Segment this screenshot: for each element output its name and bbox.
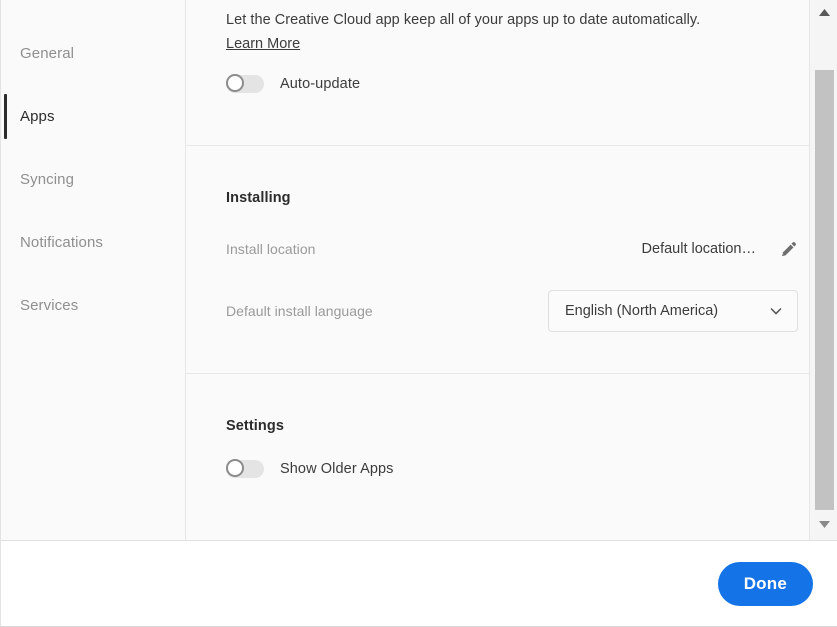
done-button[interactable]: Done — [717, 561, 813, 606]
caret-down-icon[interactable] — [810, 514, 837, 534]
sidebar-item-apps[interactable]: Apps — [1, 94, 185, 139]
settings-content: Let the Creative Cloud app keep all of y… — [186, 0, 837, 540]
auto-update-toggle-row: Auto-update — [226, 74, 798, 93]
auto-update-toggle[interactable] — [226, 74, 264, 93]
default-language-control: English (North America) — [548, 290, 798, 332]
sidebar-item-label: Notifications — [20, 234, 104, 251]
sidebar-item-notifications[interactable]: Notifications — [1, 229, 185, 256]
settings-heading: Settings — [226, 418, 284, 434]
chevron-down-icon — [769, 304, 783, 318]
auto-update-description: Let the Creative Cloud app keep all of y… — [226, 12, 701, 28]
install-location-control: Default location… — [642, 238, 798, 260]
sidebar-item-syncing[interactable]: Syncing — [1, 166, 185, 193]
pencil-icon[interactable] — [776, 238, 798, 260]
section-installing: Installing Install location Default loca… — [186, 146, 837, 374]
toggle-knob — [226, 74, 244, 92]
installing-heading: Installing — [226, 190, 291, 206]
sidebar-item-general[interactable]: General — [1, 40, 185, 67]
preferences-dialog: General Apps Syncing Notifications Servi… — [0, 0, 837, 627]
section-auto-update: Let the Creative Cloud app keep all of y… — [186, 0, 837, 146]
active-indicator-bar — [4, 94, 7, 139]
vertical-scrollbar[interactable] — [809, 0, 837, 540]
install-location-value: Default location… — [641, 241, 756, 257]
sidebar-nav: General Apps Syncing Notifications Servi… — [1, 0, 186, 540]
default-language-select[interactable]: English (North America) — [548, 290, 798, 332]
sidebar-item-services[interactable]: Services — [1, 292, 185, 319]
scrollbar-thumb[interactable] — [815, 70, 834, 510]
learn-more-link[interactable]: Learn More — [226, 36, 300, 52]
caret-up-icon[interactable] — [810, 2, 837, 22]
default-language-value: English (North America) — [565, 303, 719, 319]
sidebar-item-label: General — [20, 45, 75, 62]
show-older-apps-toggle-label: Show Older Apps — [280, 461, 394, 477]
show-older-apps-toggle[interactable] — [226, 459, 264, 478]
show-older-apps-toggle-row: Show Older Apps — [226, 459, 798, 478]
section-settings: Settings Show Older Apps — [186, 374, 837, 540]
dialog-footer: Done — [1, 540, 837, 626]
dialog-body: General Apps Syncing Notifications Servi… — [1, 0, 837, 540]
auto-update-toggle-label: Auto-update — [280, 76, 361, 92]
install-location-label: Install location — [226, 241, 316, 257]
sidebar-item-label: Apps — [20, 108, 55, 125]
sidebar-item-label: Services — [20, 297, 79, 314]
default-language-row: Default install language English (North … — [226, 290, 798, 332]
default-language-label: Default install language — [226, 303, 373, 319]
toggle-knob — [226, 459, 244, 477]
sidebar-item-label: Syncing — [20, 171, 75, 188]
install-location-row: Install location Default location… — [226, 232, 798, 266]
